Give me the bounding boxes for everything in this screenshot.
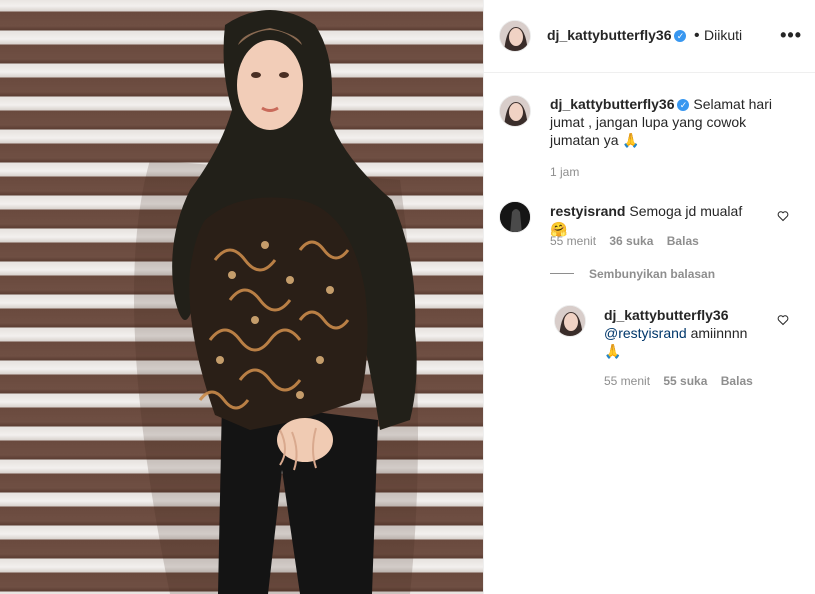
reply-likes[interactable]: 55 suka [663,374,707,388]
commenter-avatar[interactable] [499,201,531,233]
comment-meta: 55 menit 36 suka Balas [550,234,699,248]
reply-reply-button[interactable]: Balas [721,374,753,388]
comment-username[interactable]: restyisrand [550,203,625,219]
post-header: dj_kattybutterfly36 ✓ • Diikuti ••• [484,0,815,73]
avatar-image-icon [500,202,530,232]
reply-mention-link[interactable]: @restyisrand [604,325,687,341]
like-heart-icon[interactable] [777,210,789,222]
caption-author-avatar[interactable] [499,95,531,127]
separator-dot: • [693,27,700,44]
caption: dj_kattybutterfly36 ✓ Selamat hari jumat … [550,95,780,149]
comment-time[interactable]: 55 menit [550,234,596,248]
comment-likes[interactable]: 36 suka [609,234,653,248]
reply-meta: 55 menit 55 suka Balas [604,374,753,388]
comment-1: restyisrand Semoga jd mualaf 🤗 [550,202,760,238]
reply-button[interactable]: Balas [667,234,699,248]
post-photo-illustration [134,10,418,594]
caption-time[interactable]: 1 jam [550,165,579,179]
post-photo[interactable] [0,0,483,594]
reply-1: dj_kattybutterfly36 @restyisrand amiinnn… [604,306,764,360]
comments-panel: dj_kattybutterfly36 ✓ • Diikuti ••• dj_ka… [483,0,815,594]
reply-text: amiinnnn [686,325,748,341]
like-heart-icon[interactable] [777,314,789,326]
reply-username[interactable]: dj_kattybutterfly36 [604,306,764,324]
more-options-icon[interactable]: ••• [780,26,802,44]
avatar-image-icon [500,96,530,126]
caption-username[interactable]: dj_kattybutterfly36 [550,96,674,112]
avatar-image-icon [500,21,530,51]
reply-time[interactable]: 55 menit [604,374,650,388]
verified-badge-icon: ✓ [674,30,687,42]
hide-replies-button[interactable]: Sembunyikan balasan [589,267,715,281]
following-button[interactable]: Diikuti [704,27,742,43]
author-username[interactable]: dj_kattybutterfly36 [547,27,671,43]
reply-emoji: 🙏 [604,343,622,359]
avatar-image-icon [555,306,585,336]
author-avatar[interactable] [499,20,531,52]
replies-divider [550,273,574,274]
verified-badge-icon: ✓ [677,99,690,111]
reply-author-avatar[interactable] [554,305,586,337]
